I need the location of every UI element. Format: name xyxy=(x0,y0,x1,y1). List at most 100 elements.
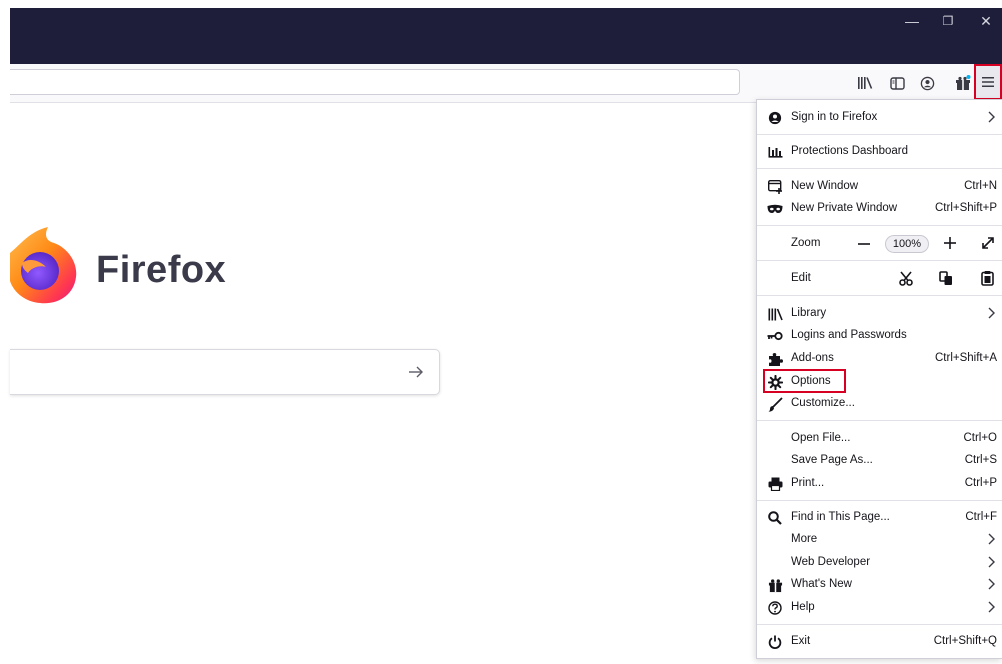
gear-icon xyxy=(767,374,783,390)
zoom-out-icon[interactable] xyxy=(857,238,871,250)
window-frame-top xyxy=(0,0,1002,8)
chevron-right-icon xyxy=(988,578,995,590)
menu-item-label: Add-ons xyxy=(791,352,834,364)
menu-item-options[interactable]: Options xyxy=(757,369,1002,393)
whats-new-button[interactable] xyxy=(950,70,976,96)
menu-item-shortcut: Ctrl+F xyxy=(965,511,997,523)
cut-icon[interactable] xyxy=(899,271,913,286)
gift-icon xyxy=(767,577,783,593)
menu-item-shortcut: Ctrl+O xyxy=(963,432,997,444)
firefox-wordmark: Firefox xyxy=(96,249,227,291)
minimize-button[interactable]: — xyxy=(892,8,932,34)
menu-item-label: Save Page As... xyxy=(791,454,873,466)
menu-item-label: Library xyxy=(791,307,827,319)
menu-item-label: Sign in to Firefox xyxy=(791,111,878,123)
newtab-search-box[interactable] xyxy=(10,349,440,395)
private-mask-icon xyxy=(767,201,783,217)
menu-item-label: New Window xyxy=(791,180,859,192)
menu-item-zoom: Zoom 100% xyxy=(757,233,1002,255)
new-window-icon xyxy=(767,179,783,195)
minimize-icon: — xyxy=(905,13,919,29)
menu-separator xyxy=(757,500,1002,501)
account-icon xyxy=(767,110,783,126)
url-bar[interactable] xyxy=(10,69,740,95)
paste-icon[interactable] xyxy=(981,270,994,286)
library-button[interactable] xyxy=(852,70,878,96)
arrow-right-icon[interactable] xyxy=(407,363,425,381)
open-menu-button[interactable] xyxy=(974,64,1002,100)
menu-separator xyxy=(757,295,1002,296)
fullscreen-icon[interactable] xyxy=(981,236,995,250)
menu-item-shortcut: Ctrl+Shift+A xyxy=(935,352,997,364)
menu-separator xyxy=(757,168,1002,169)
printer-icon xyxy=(767,476,783,492)
chevron-right-icon xyxy=(988,111,995,123)
navigation-toolbar xyxy=(10,64,1002,103)
menu-item-new-window[interactable]: New Window Ctrl+N xyxy=(757,176,1002,198)
copy-icon[interactable] xyxy=(939,271,953,286)
menu-item-label: Print... xyxy=(791,477,825,489)
menu-separator xyxy=(757,225,1002,226)
zoom-reset-button[interactable]: 100% xyxy=(885,235,929,253)
account-icon xyxy=(920,76,934,90)
close-window-button[interactable]: ✕ xyxy=(966,8,1002,34)
menu-item-customize[interactable]: Customize... xyxy=(757,393,1002,415)
menu-item-logins-passwords[interactable]: Logins and Passwords xyxy=(757,325,1002,347)
account-button[interactable] xyxy=(914,70,940,96)
sidebar-button[interactable] xyxy=(884,70,910,96)
chevron-right-icon xyxy=(988,556,995,568)
search-icon xyxy=(767,510,783,526)
restore-button[interactable]: ❐ xyxy=(928,8,968,34)
menu-item-sign-in[interactable]: Sign in to Firefox xyxy=(757,107,1002,129)
chevron-right-icon xyxy=(988,307,995,319)
zoom-in-icon[interactable] xyxy=(943,236,957,250)
key-icon xyxy=(767,328,783,344)
menu-item-label: Protections Dashboard xyxy=(791,145,908,157)
menu-item-label: Logins and Passwords xyxy=(791,329,907,341)
menu-item-label: Open File... xyxy=(791,432,851,444)
menu-item-open-file[interactable]: Open File... Ctrl+O xyxy=(757,428,1002,450)
menu-item-shortcut: Ctrl+Shift+Q xyxy=(933,635,997,647)
menu-item-label: Web Developer xyxy=(791,556,871,568)
menu-item-label: What's New xyxy=(791,578,852,590)
menu-item-label: More xyxy=(791,533,818,545)
sidebar-icon xyxy=(889,76,905,90)
menu-item-label: Help xyxy=(791,601,815,613)
menu-item-whats-new[interactable]: What's New xyxy=(757,574,1002,596)
hamburger-menu-icon xyxy=(982,77,994,87)
menu-item-find-in-page[interactable]: Find in This Page... Ctrl+F xyxy=(757,507,1002,529)
title-bar: — ❐ ✕ xyxy=(10,8,1002,64)
menu-item-protections-dashboard[interactable]: Protections Dashboard xyxy=(757,141,1002,163)
menu-item-label: Options xyxy=(791,375,831,387)
menu-item-label: Zoom xyxy=(791,237,821,249)
restore-icon: ❐ xyxy=(942,14,954,28)
menu-separator xyxy=(757,260,1002,261)
protections-chart-icon xyxy=(767,144,783,160)
menu-item-addons[interactable]: Add-ons Ctrl+Shift+A xyxy=(757,348,1002,370)
menu-item-label: New Private Window xyxy=(791,202,898,214)
paintbrush-icon xyxy=(767,396,783,412)
library-icon xyxy=(767,306,783,322)
menu-item-exit[interactable]: Exit Ctrl+Shift+Q xyxy=(757,631,1002,653)
menu-item-label: Edit xyxy=(791,272,811,284)
menu-item-label: Find in This Page... xyxy=(791,511,890,523)
menu-item-web-developer[interactable]: Web Developer xyxy=(757,552,1002,574)
close-icon: ✕ xyxy=(980,12,992,29)
menu-item-shortcut: Ctrl+P xyxy=(964,477,997,489)
chevron-right-icon xyxy=(988,601,995,613)
menu-separator xyxy=(757,624,1002,625)
menu-item-edit: Edit xyxy=(757,268,1002,290)
menu-item-more[interactable]: More xyxy=(757,529,1002,551)
help-icon xyxy=(767,600,783,616)
menu-item-print[interactable]: Print... Ctrl+P xyxy=(757,473,1002,495)
menu-item-new-private-window[interactable]: New Private Window Ctrl+Shift+P xyxy=(757,198,1002,220)
menu-separator xyxy=(757,420,1002,421)
chevron-right-icon xyxy=(988,533,995,545)
menu-item-shortcut: Ctrl+Shift+P xyxy=(935,202,997,214)
library-icon xyxy=(858,77,873,89)
menu-item-save-page[interactable]: Save Page As... Ctrl+S xyxy=(757,450,1002,472)
menu-item-library[interactable]: Library xyxy=(757,303,1002,325)
puzzle-piece-icon xyxy=(767,351,783,367)
menu-item-label: Customize... xyxy=(791,397,855,409)
menu-item-help[interactable]: Help xyxy=(757,597,1002,619)
